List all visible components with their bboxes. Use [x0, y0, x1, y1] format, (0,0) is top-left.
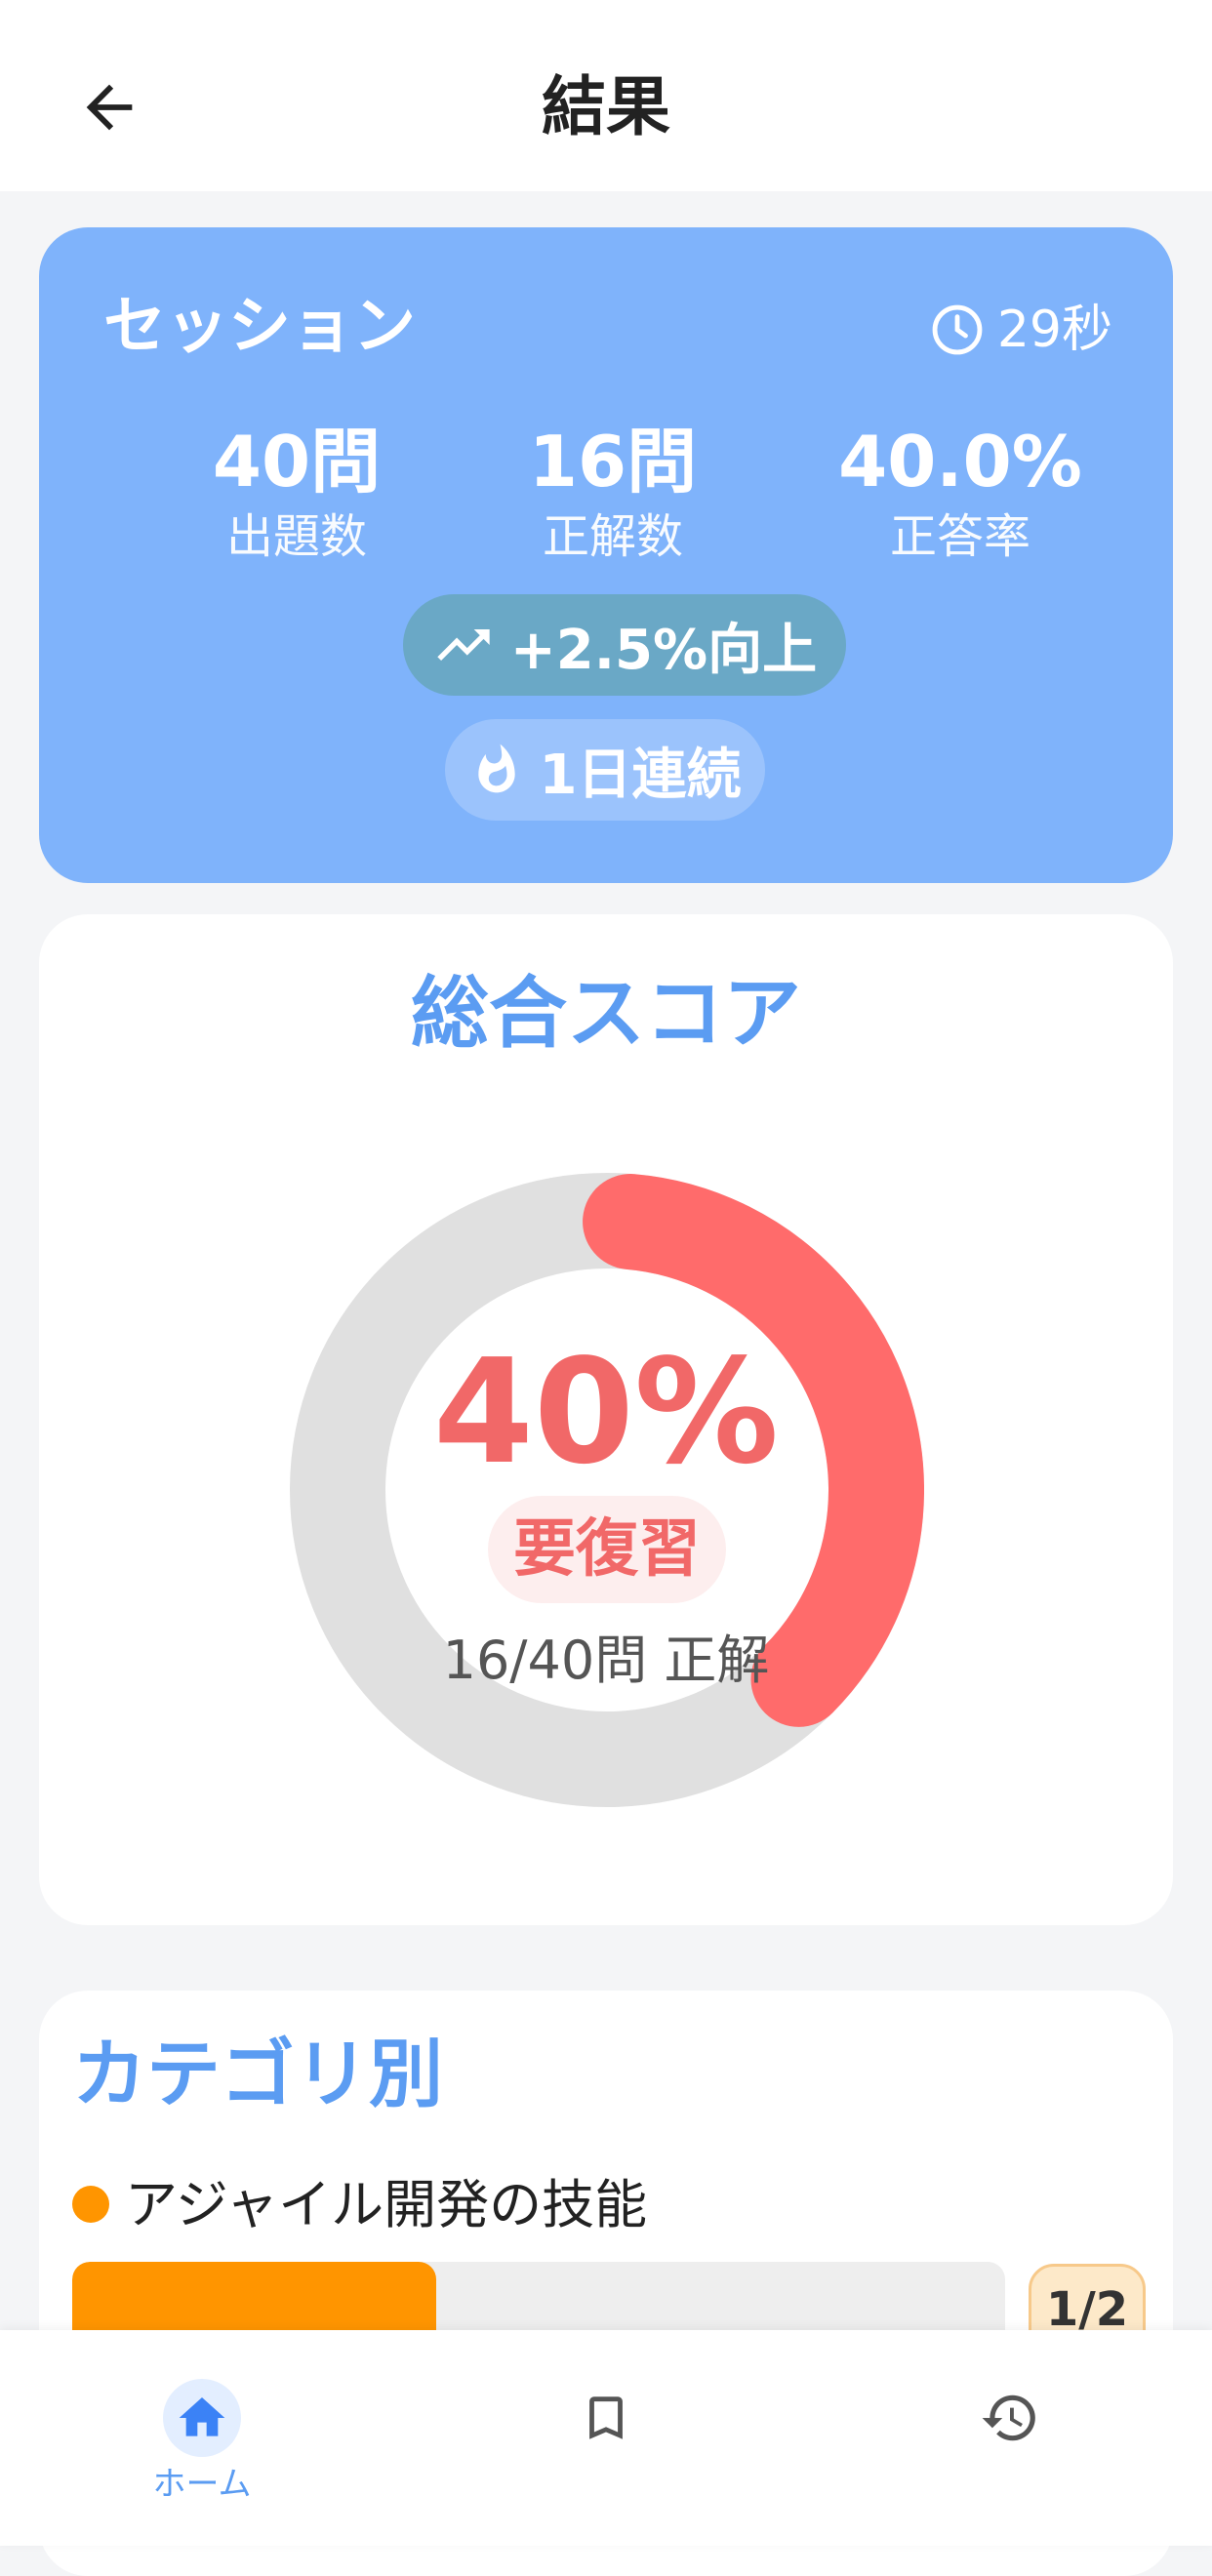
nav-item-bookmarks[interactable]	[508, 2330, 704, 2546]
nav-home-label: ホーム	[152, 2465, 252, 2504]
score-detail: 16/40問 正解	[442, 1630, 770, 1691]
category-label: アジャイル開発の技能	[125, 2174, 648, 2235]
stat-correct: 16問 正解数	[457, 418, 769, 568]
stat-questions: 40問 出題数	[141, 418, 453, 568]
score-percent: 40%	[432, 1328, 780, 1496]
bottom-navigation: ホーム	[0, 2330, 1212, 2546]
category-title: カテゴリ別	[72, 2031, 443, 2117]
stat-accuracy: 40.0% 正答率	[804, 418, 1116, 568]
bookmark-icon	[589, 2396, 623, 2439]
session-time: 29秒	[929, 296, 1112, 364]
stat-correct-value: 16問	[528, 421, 698, 503]
session-summary-card: セッション 29秒 40問 出題数 16問 正解数 40.0% 正答率 +2.5…	[39, 227, 1173, 883]
nav-bookmarks-icon-wrap	[567, 2379, 645, 2457]
overall-score-card: 総合スコア 40% 要復習 16/40問 正解	[39, 914, 1173, 1925]
home-icon	[179, 2397, 225, 2436]
session-stats: 40問 出題数 16問 正解数 40.0% 正答率	[39, 418, 1173, 564]
session-title: セッション	[103, 291, 416, 363]
page-title: 結果	[542, 69, 670, 144]
score-title: 総合スコア	[411, 968, 801, 1059]
app-header: 結果	[0, 0, 1212, 191]
score-status-badge: 要復習	[488, 1496, 726, 1603]
nav-home-indicator	[163, 2379, 241, 2457]
nav-item-history[interactable]	[912, 2330, 1108, 2546]
improvement-text: +2.5%向上	[509, 618, 818, 682]
streak-text: 1日連続	[539, 743, 742, 807]
trending-up-icon	[437, 629, 490, 661]
stat-questions-value: 40問	[212, 421, 382, 503]
streak-badge: 1日連続	[445, 719, 765, 821]
nav-history-icon-wrap	[971, 2379, 1049, 2457]
nav-item-home[interactable]: ホーム	[104, 2330, 300, 2546]
stat-accuracy-label: 正答率	[889, 509, 1030, 564]
stat-questions-label: 出題数	[225, 509, 367, 564]
improvement-badge: +2.5%向上	[403, 594, 846, 696]
history-icon	[982, 2395, 1035, 2441]
flame-icon	[477, 744, 515, 793]
stat-accuracy-value: 40.0%	[838, 421, 1082, 503]
clock-icon	[932, 304, 983, 355]
session-time-value: 29秒	[996, 301, 1112, 359]
category-color-dot	[72, 2186, 109, 2223]
stat-correct-label: 正解数	[542, 509, 683, 564]
